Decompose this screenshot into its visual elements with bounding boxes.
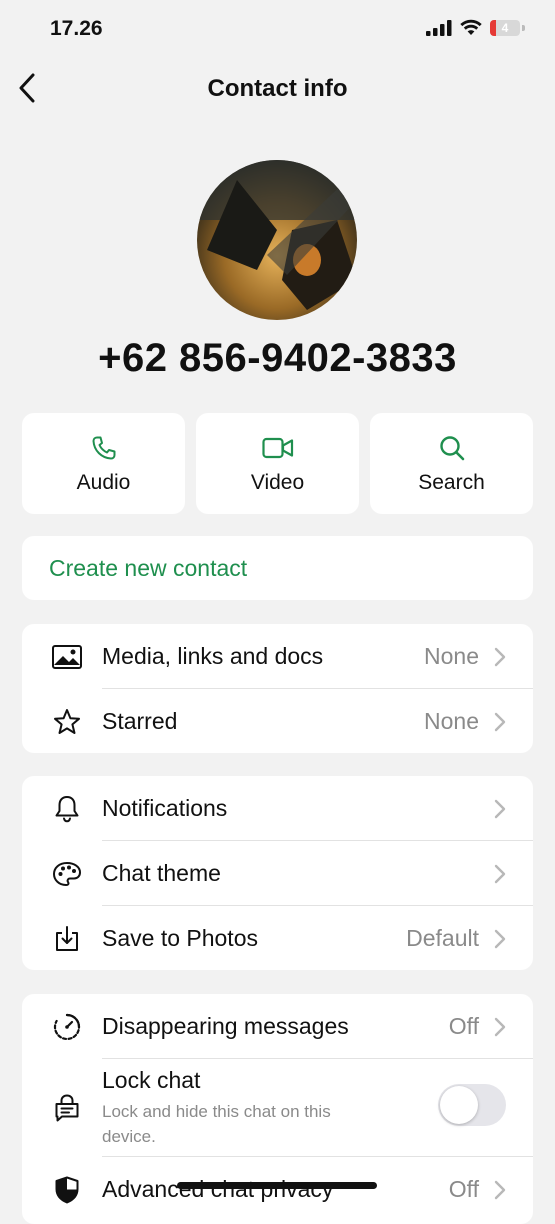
media-links-docs-label: Media, links and docs — [102, 643, 324, 669]
starred-row[interactable]: Starred None — [22, 689, 533, 754]
search-label: Search — [418, 470, 485, 494]
media-links-docs-value: None — [424, 643, 479, 669]
status-time: 17.26 — [50, 17, 103, 40]
settings-section: Notifications Chat theme Save to Photos … — [22, 776, 533, 970]
lock-chat-toggle[interactable] — [438, 1084, 506, 1126]
create-new-contact-label: Create new contact — [49, 555, 248, 581]
lock-chat-subtitle: Lock and hide this chat on this device. — [102, 1102, 331, 1146]
media-section: Media, links and docs None Starred None — [22, 624, 533, 753]
save-to-photos-value: Default — [406, 925, 479, 951]
video-call-button[interactable]: Video — [196, 413, 359, 514]
disappearing-messages-label: Disappearing messages — [102, 1013, 349, 1039]
battery-level: 4 — [501, 20, 509, 35]
disappearing-messages-row[interactable]: Disappearing messages Off — [22, 994, 533, 1059]
search-icon — [439, 435, 464, 460]
home-indicator[interactable] — [177, 1182, 377, 1189]
lock-chat-label: Lock chat — [102, 1067, 201, 1093]
bell-icon — [55, 795, 79, 822]
battery-icon: 4 — [490, 19, 520, 36]
wifi-icon — [460, 19, 482, 35]
video-label: Video — [250, 470, 305, 494]
chat-theme-label: Chat theme — [102, 860, 221, 886]
chevron-right-icon — [494, 799, 506, 818]
quick-actions: Audio Video Search — [22, 413, 533, 514]
create-new-contact-button[interactable]: Create new contact — [22, 536, 533, 600]
video-icon — [261, 437, 293, 458]
audio-call-button[interactable]: Audio — [22, 413, 185, 514]
shield-icon — [55, 1176, 79, 1203]
starred-label: Starred — [102, 708, 178, 734]
palette-icon — [53, 861, 81, 886]
chevron-right-icon — [494, 929, 506, 948]
disappearing-messages-value: Off — [448, 1013, 479, 1039]
starred-value: None — [424, 708, 479, 734]
status-icons: 4 — [426, 19, 525, 36]
nav-bar: Contact info — [0, 60, 555, 120]
chevron-right-icon — [494, 712, 506, 731]
toggle-knob — [440, 1086, 478, 1124]
notifications-label: Notifications — [102, 795, 228, 821]
chevron-right-icon — [494, 1017, 506, 1036]
profile-photo — [197, 160, 357, 320]
chevron-right-icon — [494, 647, 506, 666]
star-icon — [54, 708, 80, 734]
lock-chat-icon — [55, 1094, 79, 1122]
save-to-photos-label: Save to Photos — [102, 925, 258, 951]
chevron-right-icon — [494, 1180, 506, 1199]
search-button[interactable]: Search — [370, 413, 533, 514]
phone-icon — [92, 436, 115, 459]
avatar[interactable] — [197, 160, 357, 320]
media-links-docs-row[interactable]: Media, links and docs None — [22, 624, 533, 689]
advanced-chat-privacy-label: Advanced chat privacy — [102, 1176, 334, 1202]
privacy-section: Disappearing messages Off Lock chat Lock… — [22, 994, 533, 1224]
advanced-chat-privacy-value: Off — [448, 1176, 479, 1202]
timer-icon — [53, 1013, 81, 1040]
save-to-photos-row[interactable]: Save to Photos Default — [22, 906, 533, 971]
image-icon — [52, 644, 82, 669]
cellular-signal-icon — [426, 19, 452, 36]
battery-nub — [522, 24, 525, 31]
contact-phone-number: +62 856-9402-3833 — [98, 336, 457, 380]
advanced-chat-privacy-row[interactable]: Advanced chat privacy Off — [22, 1157, 533, 1222]
notifications-row[interactable]: Notifications — [22, 776, 533, 841]
download-icon — [56, 925, 78, 951]
page-title: Contact info — [207, 75, 348, 102]
chevron-right-icon — [494, 864, 506, 883]
chat-theme-row[interactable]: Chat theme — [22, 841, 533, 906]
audio-label: Audio — [76, 470, 131, 494]
lock-chat-row: Lock chat Lock and hide this chat on thi… — [22, 1059, 533, 1157]
status-bar: 17.26 4 — [0, 0, 555, 60]
